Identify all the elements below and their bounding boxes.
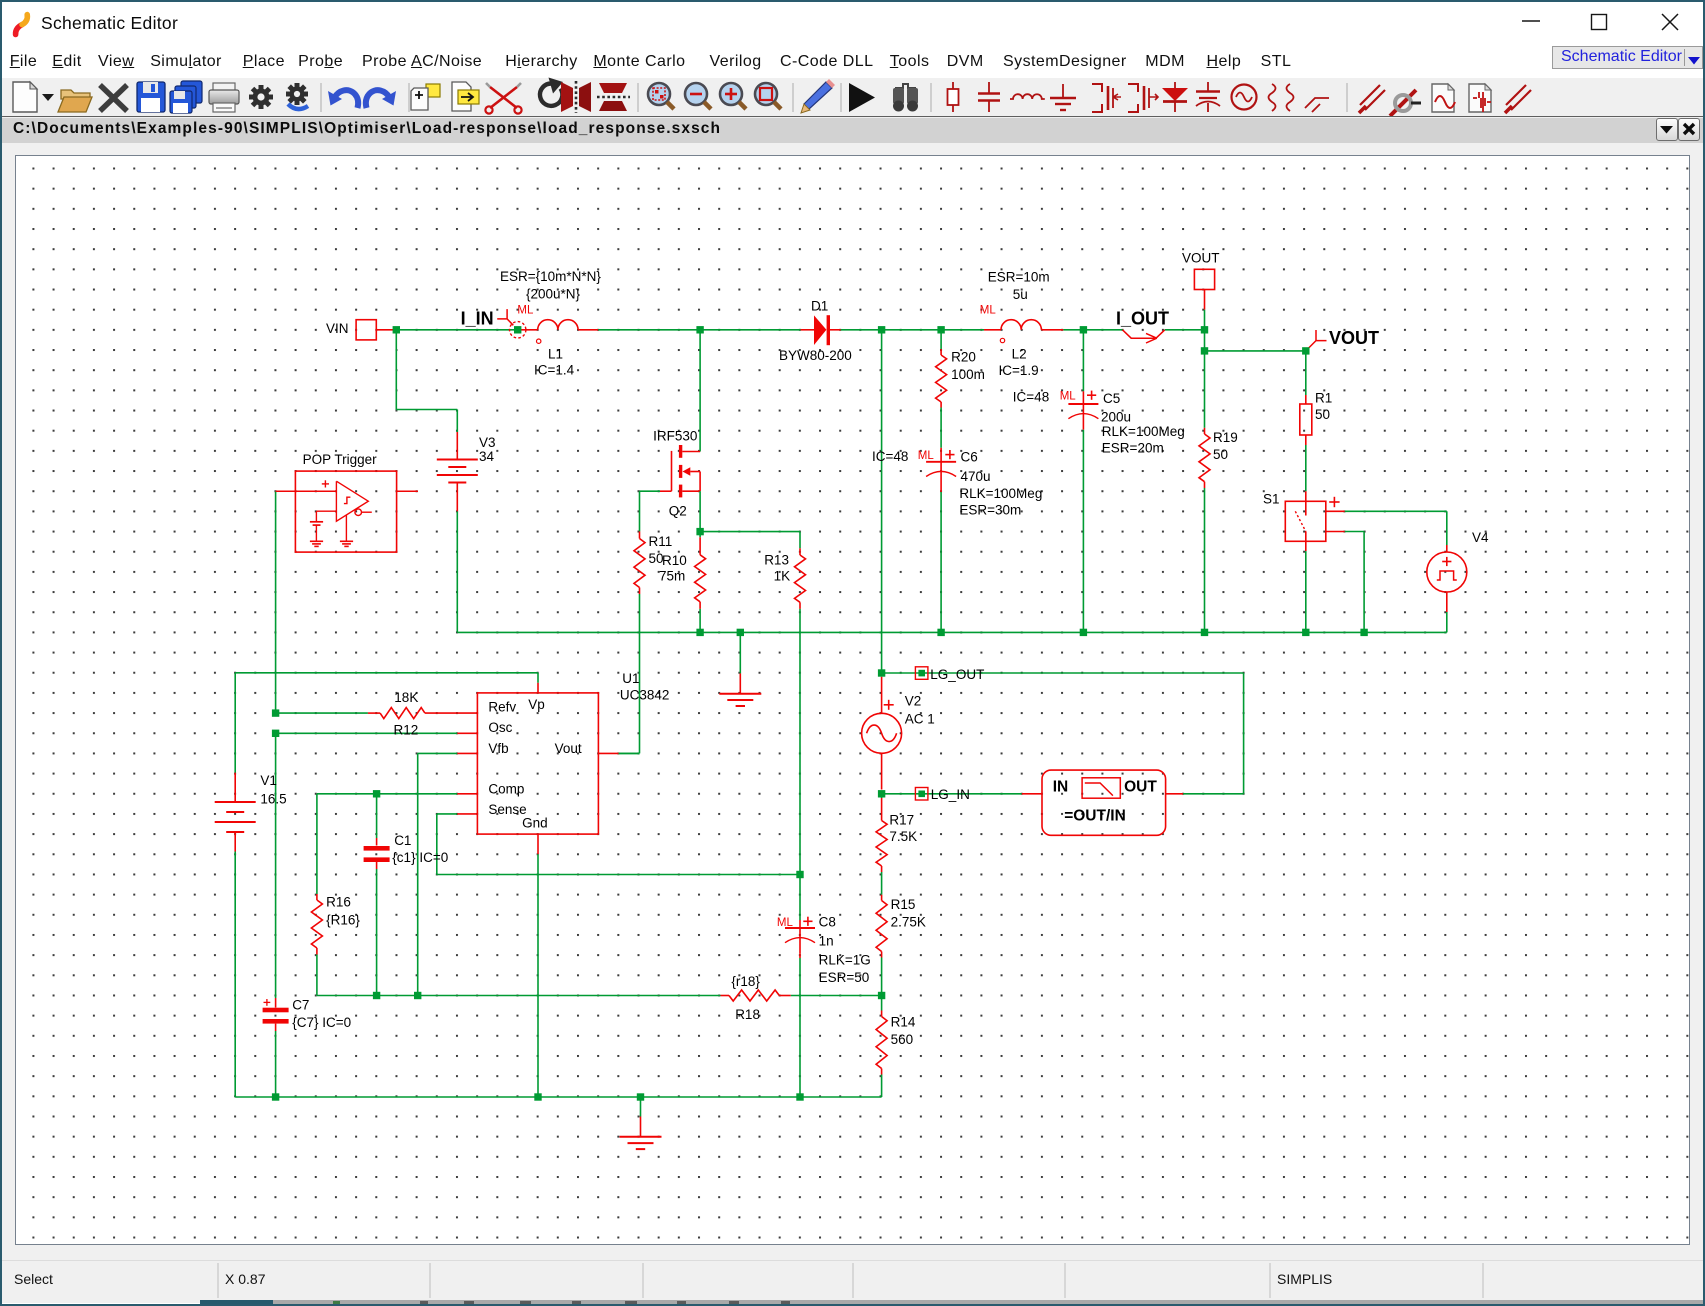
svg-text:V4: V4 <box>1472 530 1489 545</box>
svg-text:L1: L1 <box>548 347 563 362</box>
svg-text:BYW80-200: BYW80-200 <box>779 348 852 363</box>
svg-text:VOUT: VOUT <box>1329 328 1379 348</box>
svg-text:U1: U1 <box>622 671 639 686</box>
svg-text:ML: ML <box>517 305 534 317</box>
svg-text:V2: V2 <box>905 694 922 709</box>
svg-text:RLK=100Meg: RLK=100Meg <box>959 486 1042 501</box>
svg-text:100m: 100m <box>951 367 985 382</box>
svg-text:VOUT: VOUT <box>1182 251 1220 266</box>
svg-text:AC 1: AC 1 <box>905 711 935 726</box>
svg-text:Comp: Comp <box>488 782 524 797</box>
svg-text:{R16}: {R16} <box>326 913 360 928</box>
svg-text:560: 560 <box>891 1032 914 1047</box>
svg-text:R18: R18 <box>735 1007 760 1022</box>
svg-text:ML: ML <box>1060 390 1077 402</box>
svg-text:OUT: OUT <box>1124 779 1157 796</box>
svg-text:POP Trigger: POP Trigger <box>303 452 378 467</box>
svg-text:Vp: Vp <box>528 697 545 712</box>
svg-text:R17: R17 <box>889 813 914 828</box>
svg-text:50: 50 <box>1315 407 1330 422</box>
svg-text:R13: R13 <box>764 553 789 568</box>
svg-text:75m: 75m <box>659 569 685 584</box>
svg-text:Sense: Sense <box>488 802 526 817</box>
svg-text:R14: R14 <box>891 1015 916 1030</box>
svg-text:{200u*N}: {200u*N} <box>526 287 581 302</box>
svg-text:{C7} IC=0: {C7} IC=0 <box>292 1015 351 1030</box>
svg-text:ESR=10m: ESR=10m <box>988 270 1050 285</box>
svg-text:=OUT/IN: =OUT/IN <box>1064 808 1126 825</box>
svg-text:R16: R16 <box>326 895 351 910</box>
svg-text:IC=1.9: IC=1.9 <box>999 363 1039 378</box>
svg-text:R19: R19 <box>1213 430 1238 445</box>
svg-text:ESR=20m: ESR=20m <box>1102 441 1164 456</box>
svg-text:16.5: 16.5 <box>260 791 286 806</box>
svg-text:L2: L2 <box>1012 347 1027 362</box>
svg-text:C8: C8 <box>819 915 836 930</box>
svg-text:C7: C7 <box>292 998 309 1013</box>
svg-text:ML: ML <box>777 917 794 929</box>
svg-text:Osc: Osc <box>488 720 512 735</box>
svg-text:{c1} IC=0: {c1} IC=0 <box>392 850 448 865</box>
svg-text:V3: V3 <box>479 435 496 450</box>
svg-text:I_IN: I_IN <box>461 309 494 329</box>
svg-text:18K: 18K <box>394 690 418 705</box>
svg-text:LG_OUT: LG_OUT <box>930 667 984 682</box>
svg-text:Vfb: Vfb <box>488 741 508 756</box>
svg-text:VIN: VIN <box>326 321 349 336</box>
svg-text:{r18}: {r18} <box>731 974 760 989</box>
svg-text:ESR=50: ESR=50 <box>819 970 870 985</box>
svg-text:2.75K: 2.75K <box>891 915 926 930</box>
svg-text:200u: 200u <box>1101 410 1131 425</box>
svg-text:C6: C6 <box>961 449 978 464</box>
svg-text:R15: R15 <box>891 897 916 912</box>
svg-text:Gnd: Gnd <box>522 816 548 831</box>
svg-text:IRF530: IRF530 <box>653 429 697 444</box>
svg-text:IN: IN <box>1053 779 1069 796</box>
svg-text:Q2: Q2 <box>669 503 687 518</box>
svg-text:UC3842: UC3842 <box>620 688 670 703</box>
svg-text:1n: 1n <box>819 934 834 949</box>
svg-text:IC=48: IC=48 <box>872 449 908 464</box>
svg-text:R20: R20 <box>951 350 976 365</box>
svg-text:7.5K: 7.5K <box>889 829 917 844</box>
svg-text:C1: C1 <box>394 833 411 848</box>
svg-text:1K: 1K <box>774 569 791 584</box>
svg-text:ML: ML <box>918 450 935 462</box>
svg-text:50: 50 <box>1213 447 1228 462</box>
svg-text:ESR={10m*N*N}: ESR={10m*N*N} <box>500 269 601 284</box>
svg-text:470u: 470u <box>961 469 991 484</box>
svg-text:ML: ML <box>980 305 997 317</box>
svg-text:R10: R10 <box>662 553 687 568</box>
svg-text:C5: C5 <box>1103 391 1120 406</box>
svg-text:R12: R12 <box>394 722 419 737</box>
svg-text:I_OUT: I_OUT <box>1116 309 1169 329</box>
svg-text:R1: R1 <box>1315 391 1332 406</box>
svg-text:IC=1.4: IC=1.4 <box>534 363 575 378</box>
svg-text:Vout: Vout <box>555 741 582 756</box>
svg-text:D1: D1 <box>811 299 828 314</box>
svg-text:IC=48: IC=48 <box>1013 390 1049 405</box>
svg-text:Refv: Refv <box>488 700 516 715</box>
svg-text:V1: V1 <box>260 773 277 788</box>
svg-text:34: 34 <box>479 449 495 464</box>
svg-text:5u: 5u <box>1013 287 1028 302</box>
svg-text:R11: R11 <box>649 534 673 549</box>
svg-text:LG_IN: LG_IN <box>931 787 970 802</box>
svg-text:S1: S1 <box>1263 492 1280 507</box>
svg-text:RLK=1G: RLK=1G <box>819 953 871 968</box>
svg-text:RLK=100Meg: RLK=100Meg <box>1102 424 1185 439</box>
svg-text:ESR=30m: ESR=30m <box>959 502 1021 517</box>
